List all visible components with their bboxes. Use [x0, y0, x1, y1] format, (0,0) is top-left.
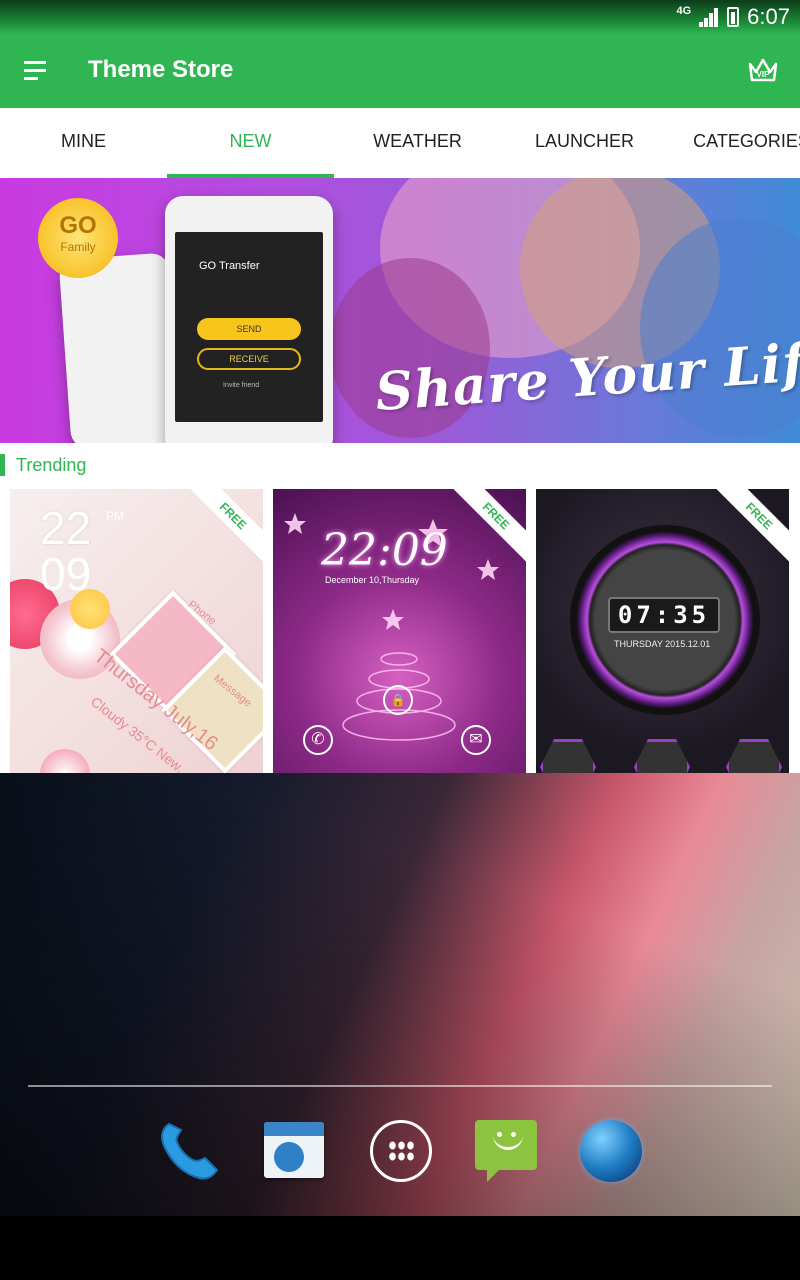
receive-button: RECEIVE: [197, 348, 301, 370]
tab-categories[interactable]: CATEGORIES: [668, 108, 800, 178]
tab-launcher[interactable]: LAUNCHER: [501, 108, 668, 178]
free-ribbon: FREE: [182, 489, 263, 567]
card2-message-icon: ✉: [461, 725, 491, 755]
theme-card-pink-flowers[interactable]: 22 09 PM Phone Message Thursday July,16 …: [10, 489, 263, 779]
invite-friend-label: Invite friend: [223, 382, 260, 389]
navigation-bar: [0, 1216, 800, 1280]
theme-card-dark-clock[interactable]: 07:35 THURSDAY 2015.12.01 FREE: [536, 489, 789, 779]
phone-mockup-front: GO Transfer SEND RECEIVE Invite friend: [165, 196, 333, 443]
trending-title: Trending: [16, 455, 87, 475]
card2-phone-icon: ✆: [303, 725, 333, 755]
vip-crown-icon[interactable]: VIP: [746, 54, 780, 88]
send-button: SEND: [197, 318, 301, 340]
go-family-medal: GO Family: [38, 198, 118, 278]
phone-mockup-back: [58, 252, 182, 443]
card2-time: 22:09: [321, 525, 448, 576]
clock: 6:07: [747, 4, 790, 29]
card3-date: THURSDAY 2015.12.01: [614, 639, 711, 649]
home-screen-wallpaper: [0, 773, 800, 1216]
signal-icon: [699, 7, 719, 27]
card1-ampm: PM: [106, 509, 124, 523]
card2-lock-icon: 🔒: [383, 685, 413, 715]
transfer-app-title: GO Transfer: [199, 260, 260, 272]
app-title: Theme Store: [88, 56, 234, 83]
card1-minute: 09: [40, 548, 92, 600]
tab-mine[interactable]: MINE: [0, 108, 167, 178]
trending-section: Trending 22 09 PM Phone Message Thursday…: [0, 443, 800, 779]
menu-icon[interactable]: [24, 61, 48, 81]
card3-time: 07:35: [608, 597, 720, 633]
messaging-icon[interactable]: [473, 1118, 539, 1184]
phone-icon[interactable]: [155, 1118, 221, 1184]
status-bar: 4G 6:07: [0, 0, 800, 34]
card2-date: December 10,Thursday: [325, 575, 420, 585]
contacts-icon[interactable]: [262, 1118, 328, 1184]
medal-title: GO: [59, 212, 97, 239]
medal-subtitle: Family: [60, 240, 96, 254]
theme-card-christmas[interactable]: 22:09 December 10,Thursday ✆ 🔒 ✉ FREE: [273, 489, 526, 779]
tab-bar: MINE NEW WEATHER LAUNCHER CATEGORIES: [0, 108, 800, 178]
browser-globe-icon[interactable]: [578, 1118, 644, 1184]
tab-weather[interactable]: WEATHER: [334, 108, 501, 178]
network-type: 4G: [676, 5, 692, 17]
battery-icon: [727, 7, 740, 27]
promo-banner[interactable]: GO Transfer SEND RECEIVE Invite friend G…: [0, 178, 800, 443]
section-accent-bar: [0, 454, 5, 476]
dock-divider: [28, 1085, 772, 1087]
vip-label: VIP: [757, 70, 771, 79]
app-bar: Theme Store VIP: [0, 34, 800, 108]
tab-new[interactable]: NEW: [167, 108, 334, 178]
apps-drawer-icon[interactable]: [368, 1118, 434, 1184]
